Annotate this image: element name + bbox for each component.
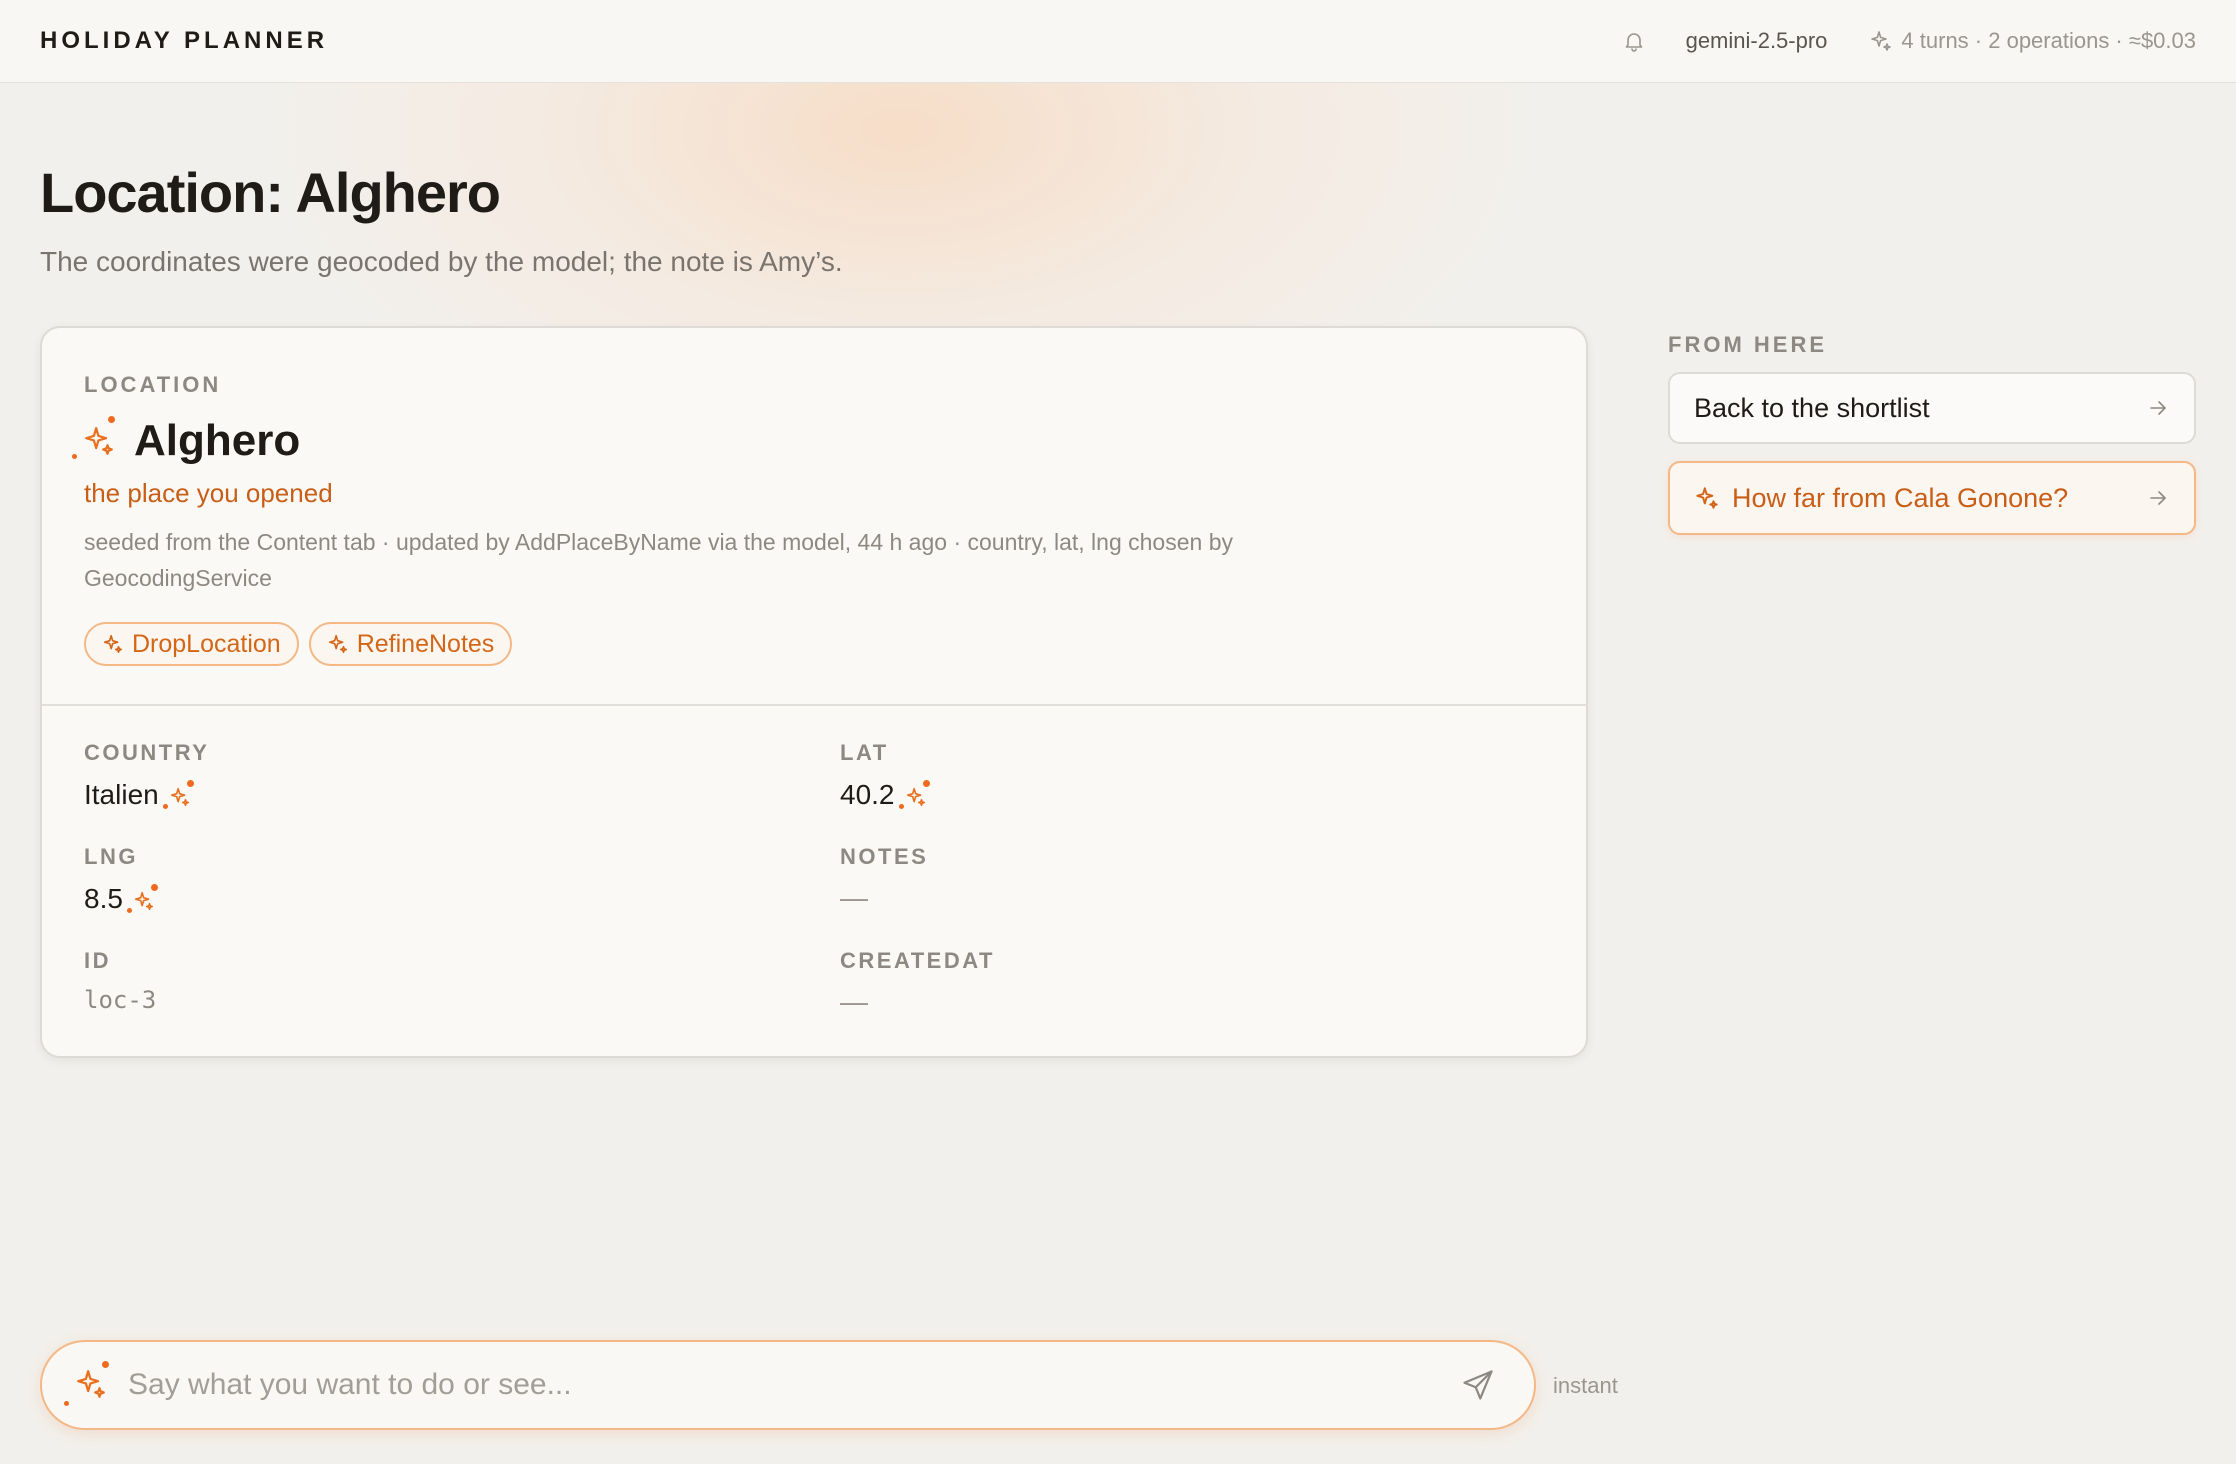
- sparkle-dot: [126, 908, 132, 913]
- ai-sparkle-badge: [72, 416, 122, 466]
- field-label: COUNTRY: [84, 740, 210, 765]
- sparkle-dot: [108, 416, 115, 423]
- usage-summary: 4 turns · 2 operations · ≈$0.03: [1869, 28, 2196, 54]
- refine-notes-label: RefineNotes: [356, 629, 495, 658]
- field-lat: LAT 40.2: [840, 740, 933, 812]
- location-name: Alghero: [134, 416, 301, 465]
- lat-value: 40.2: [840, 779, 895, 810]
- location-eyebrow: LOCATION: [84, 372, 222, 397]
- drop-location-label: DropLocation: [132, 629, 281, 658]
- sparkle-icon: [906, 787, 925, 807]
- field-country: COUNTRY Italien: [84, 740, 209, 812]
- field-value: 40.2: [840, 778, 933, 812]
- sparkle-icon: [77, 1370, 105, 1398]
- country-value: Italien: [84, 779, 159, 810]
- field-createdat: CREATEDAT —: [840, 948, 995, 1018]
- field-value: 8.5: [84, 882, 161, 916]
- sparkle-dot: [102, 1361, 109, 1368]
- notes-value: —: [840, 882, 868, 913]
- sparkle-dot: [162, 804, 168, 809]
- app-brand: HOLIDAY PLANNER: [40, 27, 329, 54]
- sparkle-icon: [103, 634, 123, 654]
- send-icon[interactable]: [1460, 1367, 1496, 1403]
- location-tagline: the place you opened: [84, 478, 333, 508]
- top-bar: HOLIDAY PLANNER gemini-2.5-pro 4 turns ·…: [0, 0, 2236, 83]
- sparkle-icon: [170, 787, 189, 807]
- field-notes: NOTES —: [840, 844, 928, 914]
- sparkle-icon: [85, 427, 113, 455]
- id-value: loc-3: [84, 986, 157, 1014]
- arrow-right-icon: [2150, 401, 2166, 415]
- field-value: Italien: [84, 778, 209, 812]
- sparkle-icon: [134, 891, 154, 911]
- ai-sparkle-badge: [898, 778, 933, 812]
- top-bar-right: gemini-2.5-pro 4 turns · 2 operations · …: [1622, 28, 2196, 54]
- sparkle-dot: [922, 780, 930, 787]
- field-id: ID loc-3: [84, 948, 156, 1014]
- chat-bar: [40, 1340, 1536, 1430]
- field-label: LNG: [84, 844, 138, 869]
- location-name-row: Alghero: [72, 416, 300, 466]
- ai-sparkle-badge: [162, 778, 197, 812]
- sparkle-dot: [898, 804, 904, 809]
- usage-text: 4 turns · 2 operations · ≈$0.03: [1901, 28, 2196, 53]
- location-card: LOCATION Alghero the place you opened se…: [40, 326, 1588, 1058]
- distance-question-button[interactable]: How far from Cala Gonone?: [1668, 461, 2196, 535]
- sparkle-icon: [1696, 487, 1718, 509]
- location-card-header: LOCATION Alghero the place you opened se…: [42, 328, 1586, 706]
- ai-sparkle-badge: [64, 1359, 116, 1411]
- distance-question-label: How far from Cala Gonone?: [1732, 482, 2069, 513]
- sparkle-icon: [1871, 31, 1892, 51]
- drop-location-button[interactable]: DropLocation: [84, 622, 299, 666]
- sparkle-dot: [186, 780, 194, 787]
- response-mode-toggle[interactable]: instant: [1553, 1373, 1618, 1399]
- field-label: ID: [84, 948, 111, 973]
- field-label: LAT: [840, 740, 889, 765]
- bell-icon[interactable]: [1622, 29, 1646, 53]
- sparkle-dot: [64, 1401, 69, 1406]
- sparkle-dot: [72, 454, 77, 459]
- createdat-value: —: [840, 986, 868, 1017]
- field-lng: LNG 8.5: [84, 844, 161, 916]
- sparkle-dot: [150, 884, 158, 891]
- back-to-shortlist-label: Back to the shortlist: [1694, 392, 1930, 423]
- sidebar-eyebrow: FROM HERE: [1668, 332, 1827, 357]
- model-name[interactable]: gemini-2.5-pro: [1686, 28, 1828, 54]
- field-label: NOTES: [840, 844, 929, 869]
- field-label: CREATEDAT: [840, 948, 995, 973]
- chat-input[interactable]: [126, 1367, 1460, 1403]
- location-provenance: seeded from the Content tab · updated by…: [84, 529, 1233, 591]
- ai-sparkle-badge: [126, 882, 161, 916]
- page-subtitle: The coordinates were geocoded by the mod…: [40, 246, 843, 277]
- sparkle-icon: [328, 634, 347, 654]
- refine-notes-button[interactable]: RefineNotes: [308, 622, 513, 666]
- location-actions: DropLocation RefineNotes: [84, 622, 522, 666]
- lng-value: 8.5: [84, 883, 123, 914]
- page-title: Location: Alghero: [40, 161, 501, 224]
- arrow-right-icon: [2150, 491, 2166, 505]
- back-to-shortlist-button[interactable]: Back to the shortlist: [1668, 372, 2196, 444]
